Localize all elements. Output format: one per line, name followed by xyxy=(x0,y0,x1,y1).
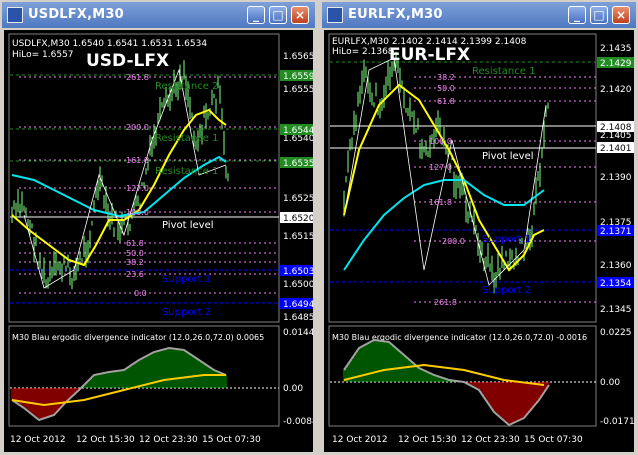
usdlfx-chart-svg: 261.8 200.0 161.8 127.0 100.0 61.8 50.0 … xyxy=(8,33,313,445)
price-axis: 2.1435 2.1420 2.1405 2.1390 2.1375 2.136… xyxy=(600,44,632,315)
svg-text:127.0: 127.0 xyxy=(126,184,149,193)
indicator-axis: 0.0225 0.00 -0.0171 xyxy=(600,328,634,427)
hilo-text: HiLo= 2.1368 xyxy=(332,47,394,57)
svg-text:0.0225: 0.0225 xyxy=(600,328,632,338)
svg-text:2.1390: 2.1390 xyxy=(600,173,632,183)
resistance-0-label: Resistance 1 xyxy=(155,166,218,177)
svg-text:2.1408: 2.1408 xyxy=(600,123,632,133)
svg-text:1.6565: 1.6565 xyxy=(283,52,313,62)
window-title: EURLFX,M30 xyxy=(348,7,443,22)
svg-text:1.6485: 1.6485 xyxy=(283,313,313,323)
svg-text:2.1360: 2.1360 xyxy=(600,261,632,271)
svg-text:261.8: 261.8 xyxy=(434,298,457,307)
svg-text:12 Oct 15:30: 12 Oct 15:30 xyxy=(76,435,135,445)
chart-window-icon xyxy=(327,7,343,23)
time-axis: 12 Oct 2012 12 Oct 15:30 12 Oct 23:30 15… xyxy=(332,435,583,445)
svg-text:127.0: 127.0 xyxy=(429,163,452,172)
support-2-label: Support 2 xyxy=(482,285,531,296)
support-2-label: Support 2 xyxy=(162,307,211,318)
symbol-big-label: USD-LFX xyxy=(86,51,169,71)
hilo-text: HiLo= 1.6557 xyxy=(12,50,74,60)
fib-labels: 261.8 200.0 161.8 127.0 100.0 61.8 50.0 … xyxy=(126,73,149,298)
eurlfx-window: EURLFX,M30 _ □ × 38.2 50.0 61.8 100.0 12… xyxy=(320,0,638,455)
pivot-label: Pivot level xyxy=(482,151,534,162)
usdlfx-chart-area[interactable]: 261.8 200.0 161.8 127.0 100.0 61.8 50.0 … xyxy=(4,30,313,452)
window-title: USDLFX,M30 xyxy=(28,7,124,22)
svg-text:15 Oct 07:30: 15 Oct 07:30 xyxy=(202,435,261,445)
svg-text:50.0: 50.0 xyxy=(437,84,455,93)
symbol-big-label: EUR-LFX xyxy=(389,45,470,65)
svg-text:12 Oct 2012: 12 Oct 2012 xyxy=(332,435,388,445)
svg-text:200.0: 200.0 xyxy=(126,123,149,132)
svg-text:1.6535: 1.6535 xyxy=(283,159,313,169)
resistance-1-label: Resistance 1 xyxy=(472,66,535,77)
svg-text:1.6515: 1.6515 xyxy=(283,232,313,242)
indicator-axis: 0.0144 0.00 -0.0088 xyxy=(283,328,313,427)
maximize-button[interactable]: □ xyxy=(269,6,287,24)
resistance-1-label: Resistance 1 xyxy=(155,133,218,144)
svg-text:1.6503: 1.6503 xyxy=(283,267,313,277)
indicator-title: M30 Blau ergodic divergence indicator (1… xyxy=(332,333,587,342)
minimize-button[interactable]: _ xyxy=(247,6,265,24)
indicator-histogram xyxy=(11,348,227,420)
close-button[interactable]: × xyxy=(612,6,630,24)
eurlfx-titlebar[interactable]: EURLFX,M30 _ □ × xyxy=(322,2,636,28)
svg-text:38.2: 38.2 xyxy=(126,258,144,267)
svg-text:1.6544: 1.6544 xyxy=(283,126,313,136)
svg-text:0.0144: 0.0144 xyxy=(283,328,313,338)
svg-text:1.6559: 1.6559 xyxy=(283,72,313,82)
svg-text:15 Oct 07:30: 15 Oct 07:30 xyxy=(524,435,583,445)
svg-text:1.6500: 1.6500 xyxy=(283,280,313,290)
svg-text:1.6520: 1.6520 xyxy=(283,214,313,224)
symbol-header: USDLFX,M30 1.6540 1.6541 1.6531 1.6534 xyxy=(12,39,207,49)
close-button[interactable]: × xyxy=(291,6,309,24)
svg-text:12 Oct 23:30: 12 Oct 23:30 xyxy=(139,435,198,445)
svg-text:12 Oct 23:30: 12 Oct 23:30 xyxy=(461,435,520,445)
eurlfx-chart-svg: 38.2 50.0 61.8 100.0 127.0 161.8 200.0 2… xyxy=(328,33,634,445)
maximize-button[interactable]: □ xyxy=(590,6,608,24)
usdlfx-titlebar[interactable]: USDLFX,M30 _ □ × xyxy=(2,2,315,28)
svg-text:200.0: 200.0 xyxy=(442,237,465,246)
eurlfx-chart-area[interactable]: 38.2 50.0 61.8 100.0 127.0 161.8 200.0 2… xyxy=(324,30,634,452)
chart-window-icon xyxy=(7,7,23,23)
svg-text:161.8: 161.8 xyxy=(126,156,149,165)
svg-text:2.1345: 2.1345 xyxy=(600,305,632,315)
cyan-moving-average xyxy=(343,179,545,271)
svg-text:2.1435: 2.1435 xyxy=(600,44,632,54)
svg-text:61.8: 61.8 xyxy=(437,97,455,106)
pivot-label: Pivot level xyxy=(162,220,214,231)
svg-text:2.1354: 2.1354 xyxy=(600,279,632,289)
svg-text:12 Oct 15:30: 12 Oct 15:30 xyxy=(398,435,457,445)
svg-text:2.1429: 2.1429 xyxy=(600,59,632,69)
svg-text:0.00: 0.00 xyxy=(600,378,620,388)
usdlfx-window: USDLFX,M30 _ □ × 261.8 200.0 161.8 127.0… xyxy=(0,0,317,455)
svg-text:61.8: 61.8 xyxy=(126,239,144,248)
svg-text:1.6555: 1.6555 xyxy=(283,85,313,95)
support-1-label: Support 1 xyxy=(162,274,211,285)
svg-text:38.2: 38.2 xyxy=(437,73,455,82)
svg-text:2.1371: 2.1371 xyxy=(600,227,632,237)
svg-text:0.00: 0.00 xyxy=(283,384,303,394)
minimize-button[interactable]: _ xyxy=(568,6,586,24)
svg-text:1.6494: 1.6494 xyxy=(283,300,313,310)
svg-text:2.1401: 2.1401 xyxy=(600,144,632,154)
time-axis: 12 Oct 2012 12 Oct 15:30 12 Oct 23:30 15… xyxy=(10,435,261,445)
fibonacci-levels xyxy=(19,76,279,294)
svg-text:161.8: 161.8 xyxy=(429,198,452,207)
indicator-title: M30 Blau ergodic divergence indicator (1… xyxy=(12,333,264,342)
svg-text:261.8: 261.8 xyxy=(126,73,149,82)
svg-text:-0.0088: -0.0088 xyxy=(283,417,313,427)
svg-text:23.6: 23.6 xyxy=(126,270,144,279)
svg-text:2.1420: 2.1420 xyxy=(600,85,632,95)
svg-text:0.0: 0.0 xyxy=(134,289,147,298)
svg-text:50.0: 50.0 xyxy=(126,249,144,258)
resistance-2-label: Resistance 2 xyxy=(155,81,218,92)
price-axis: 1.6565 1.6555 1.6540 1.6525 1.6515 1.650… xyxy=(283,52,313,323)
svg-text:-0.0171: -0.0171 xyxy=(600,417,634,427)
svg-text:12 Oct 2012: 12 Oct 2012 xyxy=(10,435,66,445)
svg-text:100.0: 100.0 xyxy=(429,137,452,146)
svg-text:1.6525: 1.6525 xyxy=(283,194,313,204)
svg-text:100.0: 100.0 xyxy=(126,208,149,217)
support-1-label: Support 1 xyxy=(482,234,531,245)
